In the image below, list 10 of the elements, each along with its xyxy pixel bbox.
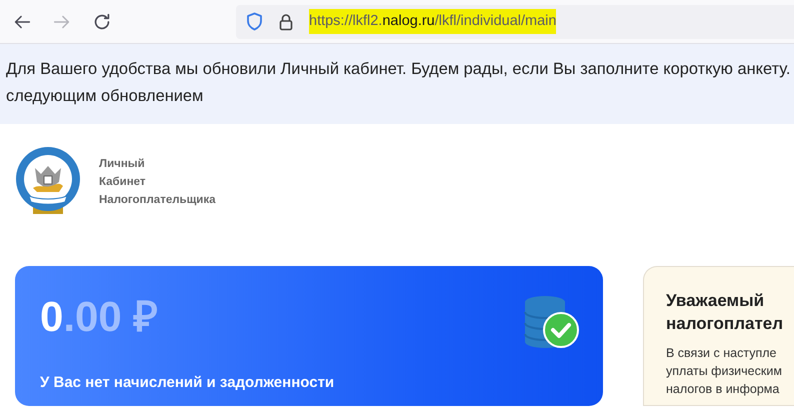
shield-icon[interactable] [246,12,263,31]
info-title: Уважаемый налогоплател [666,290,784,335]
address-bar[interactable]: https://lkfl2.nalog.ru/lkfl/individual/main [236,4,794,38]
notice-text: Для Вашего удобства мы обновили Личный кабинет. Будем рады, если Вы заполните короткую анкету. следующим обновлением [0,44,794,124]
url-text: https://lkfl2.nalog.ru/lkfl/individual/main [309,8,556,34]
lock-icon[interactable] [279,12,293,30]
balance-amount: 0.00 ₽ [40,296,158,338]
info-text: В связи с наступле уплаты физическим налогов в информа [666,345,783,398]
balance-status: У Вас нет начислений и задолженности [40,373,336,393]
site-title: Личный Кабинет Налогоплательщика [99,157,216,208]
